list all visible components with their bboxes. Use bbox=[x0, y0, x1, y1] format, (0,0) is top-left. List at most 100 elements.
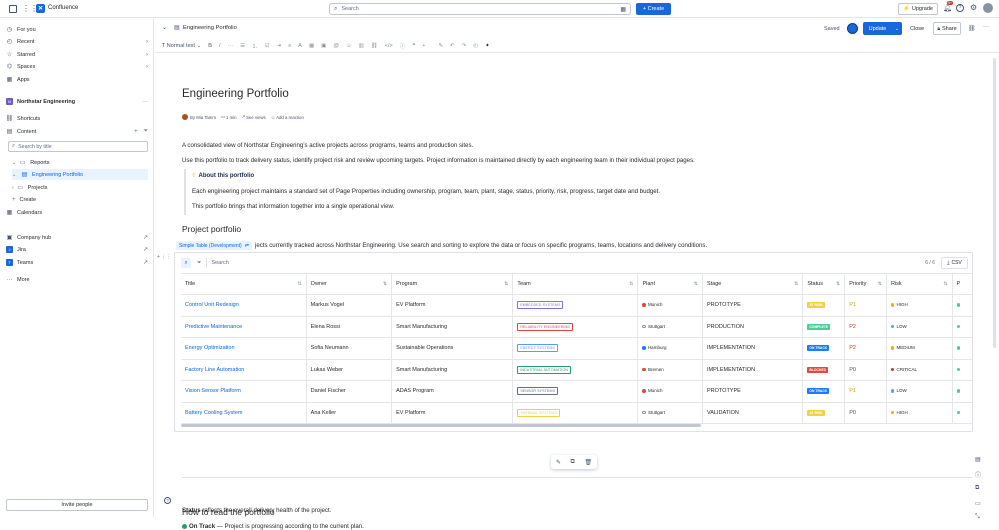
byline-author[interactable]: By Mia Tamm bbox=[190, 115, 216, 120]
sidebar-item-starred[interactable]: ☆ Starred › bbox=[6, 49, 148, 60]
update-button[interactable]: Update ⌄ bbox=[863, 22, 902, 35]
tree-item-projects[interactable]: › ▭ Projects bbox=[12, 182, 148, 193]
notifications-icon[interactable]: 🔔︎ bbox=[943, 4, 952, 12]
settings-icon[interactable]: ⚙ bbox=[970, 3, 977, 12]
emoji-icon[interactable]: ☺ bbox=[346, 43, 352, 49]
cell-title[interactable]: Vision Sensor Platform bbox=[181, 380, 307, 403]
help-icon[interactable]: ? bbox=[956, 4, 964, 12]
more-formatting-icon[interactable]: ··· bbox=[228, 43, 234, 49]
section-description[interactable]: jects currently tracked across Northstar… bbox=[255, 242, 707, 249]
bullet-list-icon[interactable]: ☰ bbox=[240, 43, 245, 49]
quote-icon[interactable]: ❝ bbox=[412, 43, 415, 49]
table-row[interactable]: Predictive Maintenance Elena Rossi Smart M… bbox=[181, 316, 972, 338]
column-header-progress[interactable]: P bbox=[952, 273, 972, 295]
text-style-dropdown[interactable]: T Normal text ⌄ bbox=[162, 43, 201, 49]
info-panel-icon[interactable]: ⓘ bbox=[400, 42, 406, 50]
csv-export-button[interactable]: ⤓ CSV bbox=[941, 257, 968, 269]
project-link[interactable]: Predictive Maintenance bbox=[185, 324, 242, 330]
ai-icon[interactable]: ✦ bbox=[485, 43, 490, 49]
link-icon[interactable]: ⛓ bbox=[371, 43, 378, 49]
sidebar-toggle-icon[interactable] bbox=[9, 5, 17, 13]
usage-paragraph[interactable]: Use this portfolio to track delivery sta… bbox=[182, 157, 695, 164]
delete-icon[interactable]: 🗑︎ bbox=[585, 459, 593, 466]
confluence-logo-icon[interactable]: ✕ bbox=[36, 4, 45, 13]
vertical-scrollbar[interactable] bbox=[993, 58, 996, 348]
simple-table-macro[interactable]: ⌕ ⏷ Search 6 / 6 ⤓ CSV Title ⇅ Owner ⇅ Prog… bbox=[174, 252, 973, 432]
sidebar-link-jira[interactable]: J Jira ↗ bbox=[6, 244, 148, 255]
drag-handle-icon[interactable]: + ⋮⋮ bbox=[157, 254, 171, 260]
add-content-icon[interactable]: + bbox=[134, 129, 138, 135]
bold-icon[interactable]: B bbox=[208, 43, 212, 49]
project-link[interactable]: Control Unit Redesign bbox=[185, 302, 239, 308]
filter-icon[interactable]: ⏷ bbox=[197, 260, 201, 267]
insert-more-icon[interactable]: + bbox=[422, 43, 425, 49]
chevron-down-icon[interactable]: ⌄ bbox=[162, 24, 167, 31]
tree-item-engineering-portfolio[interactable]: ⌄ ▤ Engineering Portfolio bbox=[12, 169, 148, 180]
avatar[interactable] bbox=[983, 3, 993, 13]
mention-icon[interactable]: @ bbox=[333, 43, 339, 49]
sidebar-item-apps[interactable]: ▦ Apps bbox=[6, 74, 148, 85]
space-header[interactable]: N Northstar Engineering ··· bbox=[6, 96, 148, 107]
sidebar-item-content[interactable]: ▤ Content + ⏷ bbox=[6, 126, 148, 137]
page-title[interactable]: Engineering Portfolio bbox=[182, 88, 289, 100]
close-button[interactable]: Close bbox=[910, 26, 924, 32]
text-color-icon[interactable]: A bbox=[298, 43, 302, 49]
upgrade-button[interactable]: ⚡ Upgrade bbox=[898, 3, 938, 15]
copy-icon[interactable]: ⧉ bbox=[571, 459, 575, 466]
table-row[interactable]: Vision Sensor Platform Daniel Fischer ADAS… bbox=[181, 380, 972, 403]
sidebar-item-calendars[interactable]: ▦ Calendars bbox=[6, 207, 148, 218]
details-icon[interactable]: ⧉ bbox=[975, 485, 979, 492]
global-search-input[interactable]: ⌕ Search ▦ bbox=[329, 3, 631, 15]
status-paragraph[interactable]: Status reflects the overall delivery hea… bbox=[182, 507, 331, 514]
app-name[interactable]: Confluence bbox=[48, 5, 78, 11]
italic-icon[interactable]: I bbox=[219, 43, 221, 49]
cell-title[interactable]: Energy Optimization bbox=[181, 337, 307, 360]
create-button[interactable]: + Create bbox=[636, 3, 671, 15]
table-row[interactable]: Control Unit Redesign Markus Vogel EV Plat… bbox=[181, 294, 972, 317]
column-header-priority[interactable]: Priority ⇅ bbox=[844, 273, 887, 295]
add-reaction[interactable]: Add a reaction bbox=[276, 115, 304, 120]
sidebar-link-teams[interactable]: T Teams ↗ bbox=[6, 257, 148, 268]
table-row[interactable]: Battery Cooling System Ana Keller EV Platf… bbox=[181, 402, 972, 424]
project-link[interactable]: Vision Sensor Platform bbox=[185, 388, 241, 394]
more-icon[interactable]: ··· bbox=[983, 24, 989, 30]
sidebar-link-company-hub[interactable]: ▣ Company hub ↗ bbox=[6, 232, 148, 243]
cell-title[interactable]: Control Unit Redesign bbox=[181, 294, 307, 317]
help-icon[interactable]: ? bbox=[164, 497, 171, 504]
cell-title[interactable]: Battery Cooling System bbox=[181, 402, 307, 424]
redo-icon[interactable]: ↷ bbox=[462, 43, 467, 49]
copy-link-icon[interactable]: ⛓ bbox=[968, 25, 976, 32]
column-header-status[interactable]: Status ⇅ bbox=[802, 273, 846, 295]
sidebar-item-recent[interactable]: ◴ Recent › bbox=[6, 36, 148, 47]
sidebar-item-more[interactable]: ··· More bbox=[6, 274, 148, 285]
section-heading[interactable]: Project portfolio bbox=[182, 224, 241, 234]
table-search-input[interactable]: ⌕ ⏷ Search 6 / 6 bbox=[181, 256, 941, 270]
project-link[interactable]: Factory Line Automation bbox=[185, 367, 244, 373]
macro-label-chip[interactable]: Simple Table (Development) ⇌ bbox=[176, 241, 252, 250]
edit-icon[interactable]: ✎ bbox=[556, 459, 561, 466]
tree-item-reports[interactable]: ⌄ ▭ Reports bbox=[12, 157, 148, 168]
undo-icon[interactable]: ↶ bbox=[450, 43, 455, 49]
numbered-list-icon[interactable]: ⒈ bbox=[252, 42, 258, 50]
project-link[interactable]: Energy Optimization bbox=[185, 345, 235, 351]
filter-icon[interactable]: ▦ bbox=[620, 6, 626, 13]
checklist-icon[interactable]: ☑ bbox=[265, 43, 270, 49]
horizontal-scrollbar[interactable] bbox=[181, 424, 701, 427]
sidebar-item-shortcuts[interactable]: ⛓ Shortcuts bbox=[6, 113, 148, 124]
column-header-program[interactable]: Program ⇅ bbox=[391, 273, 514, 295]
table-row[interactable]: Energy Optimization Sofia Neumann Sustaina… bbox=[181, 337, 972, 360]
project-link[interactable]: Battery Cooling System bbox=[185, 410, 242, 416]
align-icon[interactable]: ≡ bbox=[288, 43, 291, 49]
breadcrumb[interactable]: Engineering Portfolio bbox=[183, 25, 237, 31]
image-icon[interactable]: ▣ bbox=[321, 43, 326, 49]
byline-views[interactable]: See views bbox=[246, 115, 266, 120]
invite-people-button[interactable]: Invite people bbox=[6, 499, 148, 511]
on-track-paragraph[interactable]: On Track — Project is progressing accord… bbox=[182, 523, 364, 530]
column-header-team[interactable]: Team ⇅ bbox=[512, 273, 639, 295]
column-header-owner[interactable]: Owner ⇅ bbox=[306, 273, 393, 295]
info-panel[interactable]: 💡︎ About this portfolio Each engineering… bbox=[184, 169, 744, 215]
column-header-stage[interactable]: Stage ⇅ bbox=[702, 273, 804, 295]
indent-icon[interactable]: ⇥ bbox=[276, 43, 281, 49]
cell-title[interactable]: Predictive Maintenance bbox=[181, 316, 307, 338]
table-row[interactable]: Factory Line Automation Lukas Weber Smart … bbox=[181, 359, 972, 381]
